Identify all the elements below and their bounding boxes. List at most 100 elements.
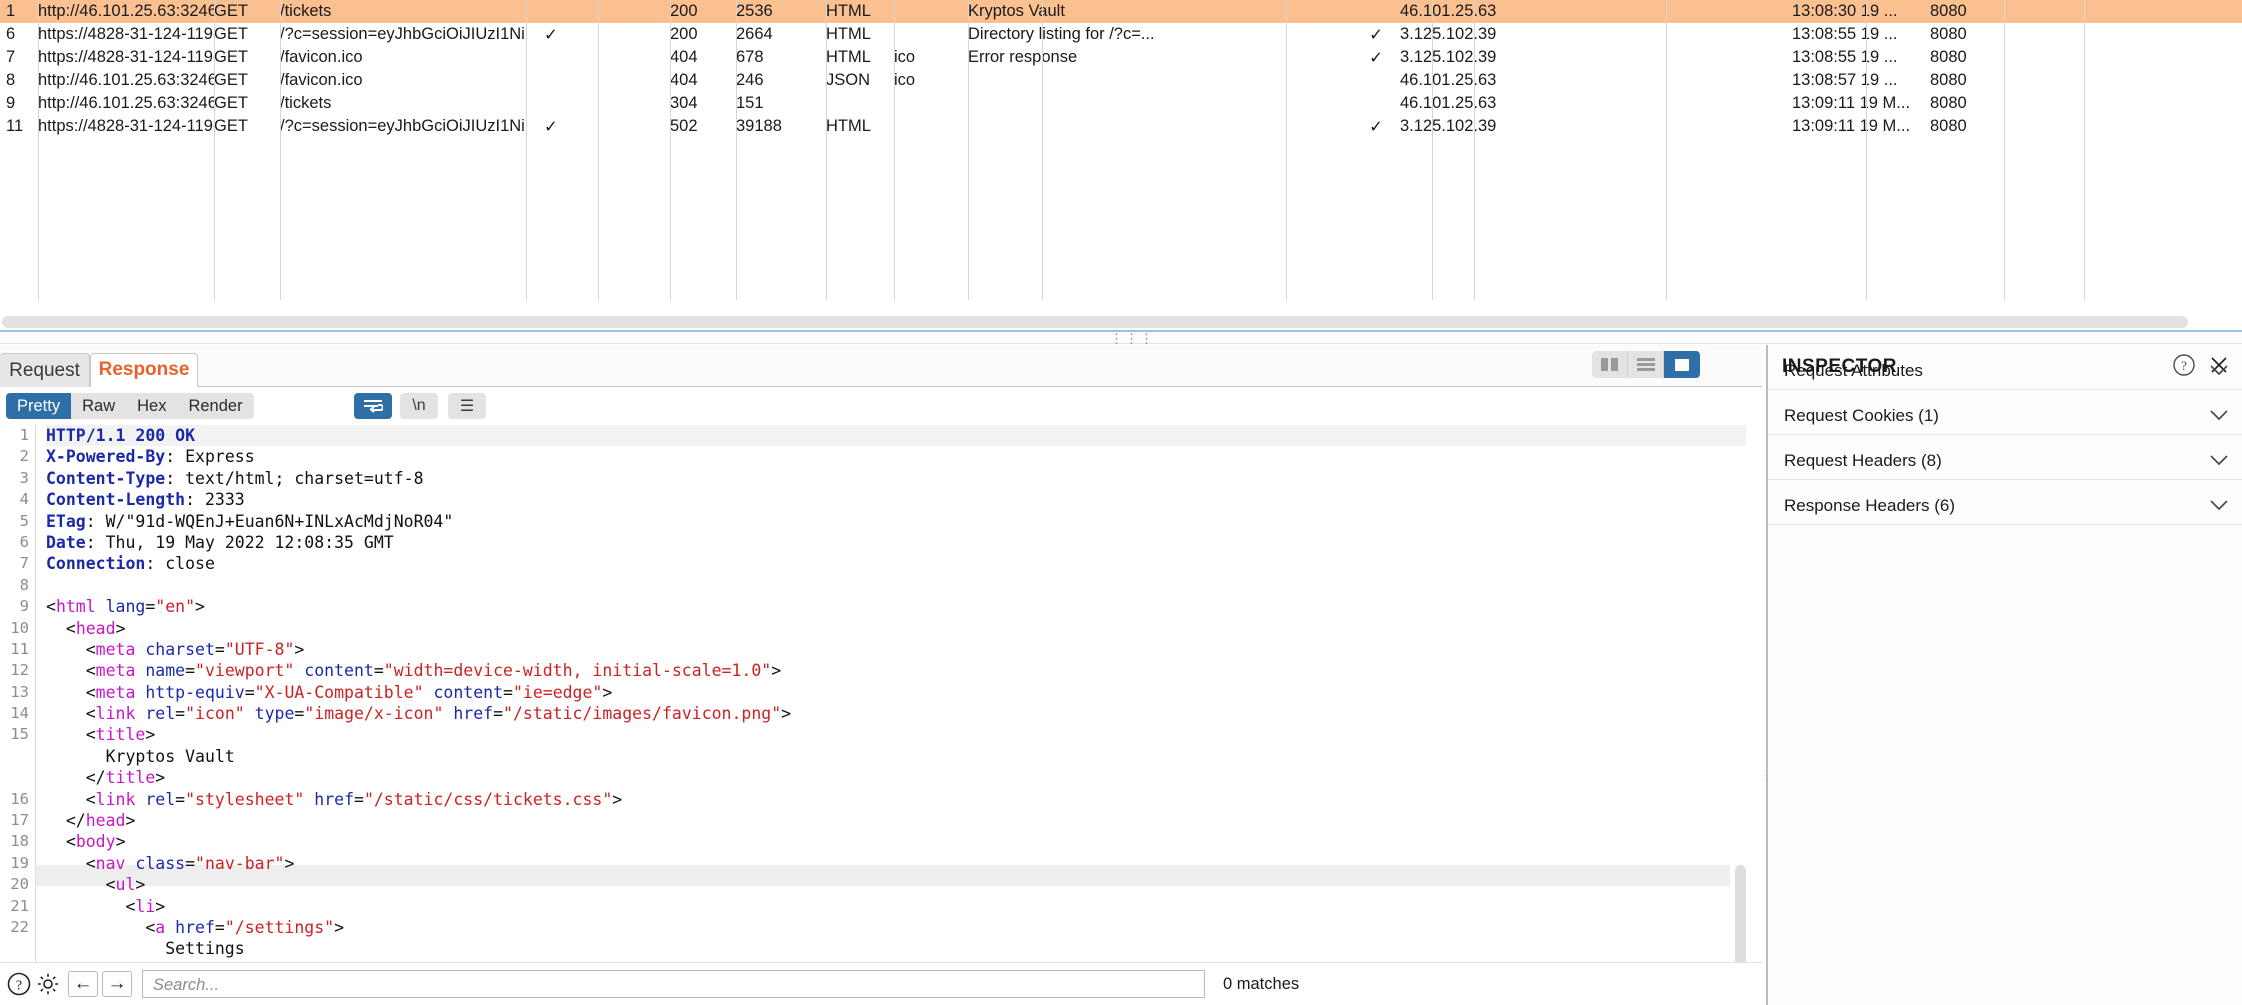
show-newlines-button[interactable]: \n bbox=[400, 393, 438, 419]
code-token: "UTF-8" bbox=[225, 640, 295, 659]
code-token: rel bbox=[135, 704, 175, 723]
table-row[interactable]: 1http://46.101.25.63:32461GET/tickets200… bbox=[0, 0, 2242, 23]
view-mode-hex[interactable]: Hex bbox=[126, 393, 177, 419]
settings-button[interactable] bbox=[35, 971, 61, 997]
inspector-section-4[interactable]: Response Headers (6) bbox=[1768, 488, 2242, 525]
code-token: http-equiv bbox=[135, 683, 244, 702]
view-mode-pretty[interactable]: Pretty bbox=[6, 393, 71, 419]
history-hscroll-thumb[interactable] bbox=[2, 316, 2188, 328]
code-token: href bbox=[443, 704, 493, 723]
cell-time: 13:08:55 19 ... bbox=[1792, 48, 1930, 67]
code-token: "/settings" bbox=[225, 918, 334, 937]
inspector-section-label: Request Headers (8) bbox=[1784, 451, 1942, 471]
cell-title: Directory listing for /?c=... bbox=[968, 25, 1212, 44]
view-mode-render[interactable]: Render bbox=[177, 393, 253, 419]
inspector-section-2[interactable]: Request Cookies (1) bbox=[1768, 398, 2242, 435]
search-prev-button[interactable]: ← bbox=[68, 971, 98, 997]
tab-response[interactable]: Response bbox=[90, 353, 198, 387]
cell-id: 7 bbox=[0, 48, 38, 67]
line-number: 15 bbox=[0, 724, 35, 745]
code-token: : 2333 bbox=[185, 490, 245, 509]
code-token: = bbox=[145, 597, 155, 616]
inspector-section-label: Request Cookies (1) bbox=[1784, 406, 1939, 426]
table-row[interactable]: 11https://4828-31-124-119-183.e...GET/?c… bbox=[0, 115, 2242, 138]
layout-side-by-side-button[interactable] bbox=[1592, 351, 1628, 378]
table-row[interactable]: 8http://46.101.25.63:32461GET/favicon.ic… bbox=[0, 69, 2242, 92]
arrow-left-icon: ← bbox=[74, 973, 93, 995]
editor-menu-button[interactable]: ☰ bbox=[448, 393, 486, 419]
code-token: < bbox=[46, 661, 96, 680]
code-token: = bbox=[185, 661, 195, 680]
code-token: = bbox=[354, 790, 364, 809]
hamburger-menu-icon: ☰ bbox=[460, 396, 474, 416]
table-row[interactable]: 6https://4828-31-124-119-183.e...GET/?c=… bbox=[0, 23, 2242, 46]
cell-status: 200 bbox=[670, 2, 736, 21]
layout-single-button[interactable] bbox=[1664, 351, 1700, 378]
table-row[interactable]: 7https://4828-31-124-119-183.e...GET/fav… bbox=[0, 46, 2242, 69]
table-row[interactable]: 9http://46.101.25.63:32461GET/tickets304… bbox=[0, 92, 2242, 115]
cell-ip: 3.125.102.39 bbox=[1400, 25, 1592, 44]
line-number-gutter: 12345678910111213141516171819202122 bbox=[0, 425, 36, 965]
code-token: > bbox=[771, 661, 781, 680]
inspector-section-label: Response Headers (6) bbox=[1784, 496, 1955, 516]
code-token: < bbox=[46, 832, 76, 851]
code-line: HTTP/1.1 200 OK bbox=[46, 425, 1746, 446]
cell-ip: 3.125.102.39 bbox=[1400, 117, 1592, 136]
code-token: > bbox=[116, 619, 126, 638]
response-code-view[interactable]: 12345678910111213141516171819202122 HTTP… bbox=[0, 425, 1762, 965]
history-horizontal-scrollbar[interactable] bbox=[0, 315, 2242, 329]
code-token: "nav-bar" bbox=[195, 854, 284, 873]
code-line: <ul> bbox=[46, 874, 1746, 895]
search-next-button[interactable]: → bbox=[102, 971, 132, 997]
chevron-down-icon bbox=[2210, 406, 2228, 426]
inspector-section-1[interactable]: Request Attributes bbox=[1768, 353, 2242, 390]
code-token: : Express bbox=[165, 447, 254, 466]
code-token: meta bbox=[96, 640, 136, 659]
layout-stacked-icon bbox=[1637, 358, 1655, 371]
layout-stacked-button[interactable] bbox=[1628, 351, 1664, 378]
code-token: > bbox=[116, 832, 126, 851]
view-mode-raw[interactable]: Raw bbox=[71, 393, 126, 419]
cell-url: /favicon.ico bbox=[280, 48, 526, 67]
view-mode-toolbar: Pretty Raw Hex Render bbox=[0, 393, 1762, 423]
code-token: head bbox=[86, 811, 126, 830]
code-token: > bbox=[334, 918, 344, 937]
cell-url: /favicon.ico bbox=[280, 71, 526, 90]
search-input[interactable]: Search... bbox=[142, 970, 1205, 998]
cell-port: 8080 bbox=[1930, 48, 2010, 67]
code-vertical-scrollbar[interactable] bbox=[1735, 865, 1746, 965]
inspector-divider bbox=[1768, 390, 2242, 398]
code-token: = bbox=[185, 854, 195, 873]
code-token: Connection bbox=[46, 554, 145, 573]
code-token: </ bbox=[46, 768, 106, 787]
code-token: = bbox=[215, 640, 225, 659]
panel-splitter[interactable]: ⋮⋮⋮ bbox=[0, 330, 2242, 344]
inspector-divider bbox=[1768, 525, 2242, 533]
code-line: </title> bbox=[46, 767, 1746, 788]
splitter-grip-icon: ⋮⋮⋮ bbox=[1110, 336, 1155, 342]
line-number: 18 bbox=[0, 831, 35, 852]
cell-port: 8080 bbox=[1930, 2, 2010, 21]
cell-length: 246 bbox=[736, 71, 826, 90]
code-token: href bbox=[165, 918, 215, 937]
inspector-section-3[interactable]: Request Headers (8) bbox=[1768, 443, 2242, 480]
cell-mime: JSON bbox=[826, 71, 894, 90]
code-token: link bbox=[96, 790, 136, 809]
cell-id: 11 bbox=[0, 117, 38, 136]
http-history-table[interactable]: 1http://46.101.25.63:32461GET/tickets200… bbox=[0, 0, 2242, 300]
line-number: 5 bbox=[0, 511, 35, 532]
editor-search-bar: ? ← → Search... 0 matches bbox=[0, 962, 1762, 1005]
code-token: ul bbox=[116, 875, 136, 894]
cell-length: 2536 bbox=[736, 2, 826, 21]
code-token: > bbox=[145, 725, 155, 744]
tab-request[interactable]: Request bbox=[0, 353, 90, 387]
arrow-right-icon: → bbox=[108, 973, 127, 995]
code-line: Connection: close bbox=[46, 553, 1746, 574]
help-button[interactable]: ? bbox=[6, 971, 32, 997]
cell-url: /tickets bbox=[280, 2, 526, 21]
word-wrap-button[interactable] bbox=[354, 393, 392, 419]
code-line: <html lang="en"> bbox=[46, 596, 1746, 617]
cell-port: 8080 bbox=[1930, 25, 2010, 44]
code-token: html bbox=[56, 597, 96, 616]
chevron-down-icon bbox=[2210, 451, 2228, 471]
